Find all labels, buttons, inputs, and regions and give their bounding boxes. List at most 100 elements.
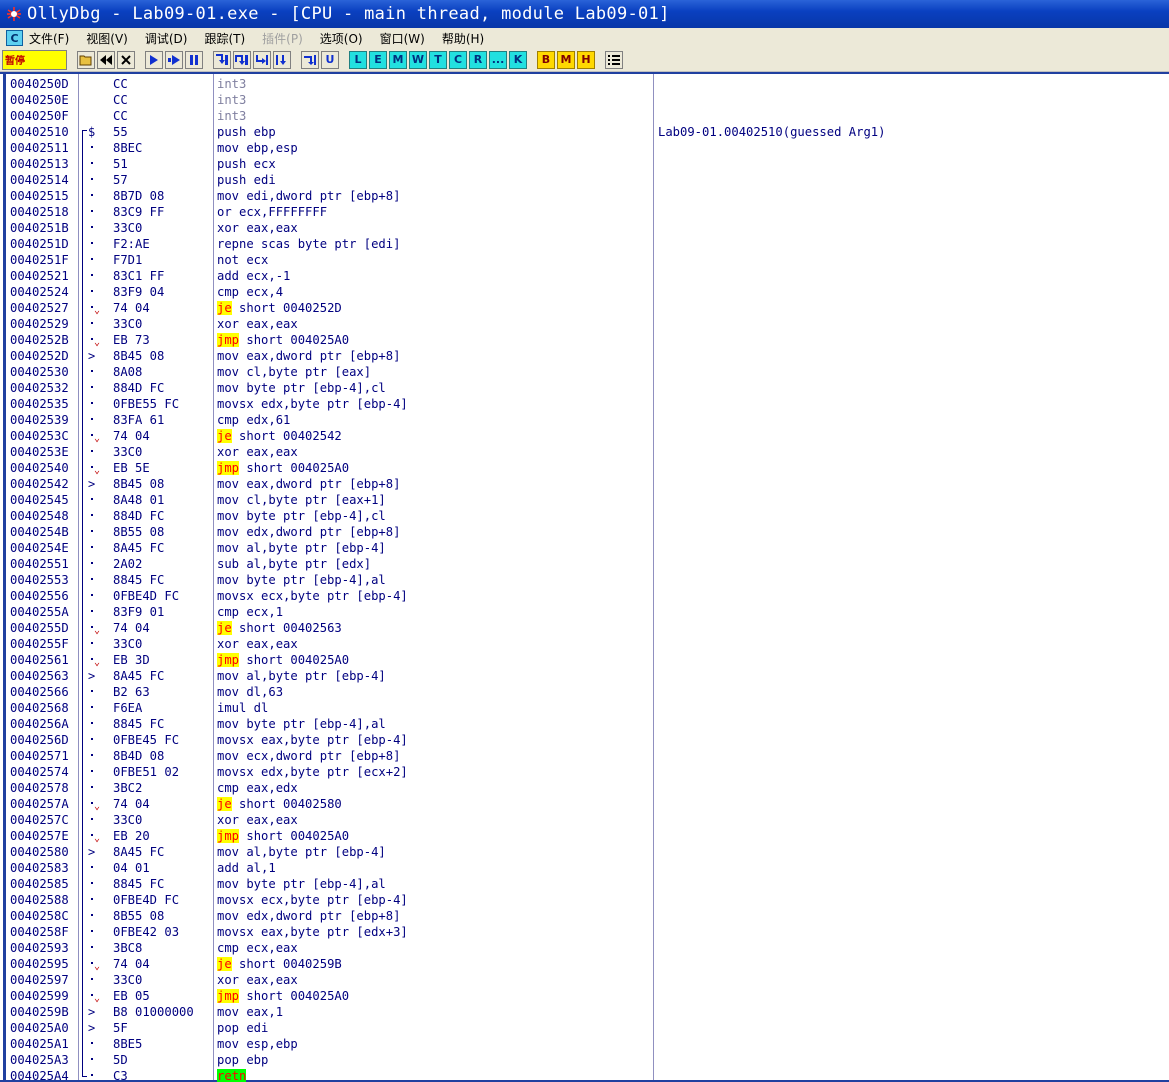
- disasm-row[interactable]: 00402514 57 push edi: [0, 172, 1169, 188]
- animate-into-icon[interactable]: [253, 50, 271, 69]
- disasm-row[interactable]: 0040255A 83F9 01 cmp ecx,1: [0, 604, 1169, 620]
- step-into-icon[interactable]: [213, 50, 231, 69]
- open-icon[interactable]: [77, 50, 95, 69]
- disasm-row[interactable]: 00402510 $55 push ebp Lab09-01.00402510(gue…: [0, 124, 1169, 140]
- ollydbg-bug-icon[interactable]: [3, 3, 25, 25]
- disasm-row[interactable]: 00402545 8A48 01 mov cl,byte ptr [eax+1]: [0, 492, 1169, 508]
- disasm-row[interactable]: 00402599 ⌄ EB 05 jmp short 004025A0: [0, 988, 1169, 1004]
- menu-file[interactable]: 文件(F): [29, 30, 69, 47]
- execute-till-user-code-icon[interactable]: U: [321, 50, 339, 69]
- cpu-window-button[interactable]: C: [449, 50, 467, 69]
- disasm-row[interactable]: 00402593 3BC8 cmp ecx,eax: [0, 940, 1169, 956]
- disasm-row[interactable]: 00402583 04 01 add al,1: [0, 860, 1169, 876]
- restart-icon[interactable]: [97, 50, 115, 69]
- disasm-row[interactable]: 0040259B > B8 01000000 mov eax,1: [0, 1004, 1169, 1020]
- disasm-row[interactable]: 00402511 8BEC mov ebp,esp: [0, 140, 1169, 156]
- hardware-breakpoints-button[interactable]: H: [577, 50, 595, 69]
- disasm-row[interactable]: 0040250E CC int3: [0, 92, 1169, 108]
- run-icon[interactable]: [145, 50, 163, 69]
- disasm-row[interactable]: 0040257E ⌄ EB 20 jmp short 004025A0: [0, 828, 1169, 844]
- disasm-row[interactable]: 00402540 ⌄ EB 5E jmp short 004025A0: [0, 460, 1169, 476]
- menu-help[interactable]: 帮助(H): [442, 30, 484, 47]
- disasm-row[interactable]: 0040258F 0FBE42 03 movsx eax,byte ptr [edx…: [0, 924, 1169, 940]
- disasm-row[interactable]: 004025A4 C3 retn: [0, 1068, 1169, 1082]
- disasm-row[interactable]: 0040258C 8B55 08 mov edx,dword ptr [ebp+8]: [0, 908, 1169, 924]
- disasm-row[interactable]: 004025A3 5D pop ebp: [0, 1052, 1169, 1068]
- disasm-row[interactable]: 00402542 >8B45 08 mov eax,dword ptr [ebp+8…: [0, 476, 1169, 492]
- disasm-row[interactable]: 00402530 8A08 mov cl,byte ptr [eax]: [0, 364, 1169, 380]
- menu-options[interactable]: 选项(O): [320, 30, 363, 47]
- disasm-row[interactable]: 0040252D >8B45 08 mov eax,dword ptr [ebp+8…: [0, 348, 1169, 364]
- disasm-row[interactable]: 00402527 ⌄ 74 04 je short 0040252D: [0, 300, 1169, 316]
- disasm-row[interactable]: 0040256A 8845 FC mov byte ptr [ebp-4],al: [0, 716, 1169, 732]
- memory-window-button[interactable]: M: [389, 50, 407, 69]
- cpu-window-icon[interactable]: C: [6, 30, 23, 46]
- disasm-row[interactable]: 00402588 0FBE4D FC movsx ecx,byte ptr [ebp…: [0, 892, 1169, 908]
- disasm-row[interactable]: 00402580 >8A45 FC mov al,byte ptr [ebp-4]: [0, 844, 1169, 860]
- disasm-row[interactable]: 0040257A ⌄ 74 04 je short 00402580: [0, 796, 1169, 812]
- disasm-row[interactable]: 00402518 83C9 FF or ecx,FFFFFFFF: [0, 204, 1169, 220]
- disasm-row[interactable]: 00402548 884D FC mov byte ptr [ebp-4],cl: [0, 508, 1169, 524]
- disasm-row[interactable]: 0040255D ⌄ 74 04 je short 00402563: [0, 620, 1169, 636]
- list-icon[interactable]: [605, 50, 623, 69]
- disasm-row[interactable]: 00402568 F6EA imul dl: [0, 700, 1169, 716]
- disasm-row[interactable]: 00402571 8B4D 08 mov ecx,dword ptr [ebp+8]: [0, 748, 1169, 764]
- disasm-row[interactable]: 0040256D 0FBE45 FC movsx eax,byte ptr [ebp…: [0, 732, 1169, 748]
- disasm-row[interactable]: 00402566 B2 63 mov dl,63: [0, 684, 1169, 700]
- disasm-row[interactable]: 00402513 51 push ecx: [0, 156, 1169, 172]
- execute-till-return-icon[interactable]: [301, 50, 319, 69]
- disasm-row[interactable]: 00402595 ⌄ 74 04 je short 0040259B: [0, 956, 1169, 972]
- menu-trace[interactable]: 跟踪(T): [204, 30, 245, 47]
- disasm-row[interactable]: 0040250F CC int3: [0, 108, 1169, 124]
- run-trace-button[interactable]: ...: [489, 50, 507, 69]
- disasm-row[interactable]: 00402529 33C0 xor eax,eax: [0, 316, 1169, 332]
- disasm-row[interactable]: 0040254E 8A45 FC mov al,byte ptr [ebp-4]: [0, 540, 1169, 556]
- disasm-row[interactable]: 00402585 8845 FC mov byte ptr [ebp-4],al: [0, 876, 1169, 892]
- menu-debug[interactable]: 调试(D): [145, 30, 188, 47]
- disasm-row[interactable]: 00402532 884D FC mov byte ptr [ebp-4],cl: [0, 380, 1169, 396]
- disasm-row[interactable]: 00402524 83F9 04 cmp ecx,4: [0, 284, 1169, 300]
- disasm-row[interactable]: 00402563 >8A45 FC mov al,byte ptr [ebp-4]: [0, 668, 1169, 684]
- menu-plugins[interactable]: 插件(P): [262, 30, 303, 47]
- animate-over-icon[interactable]: [273, 50, 291, 69]
- disasm-row[interactable]: 004025A1 8BE5 mov esp,ebp: [0, 1036, 1169, 1052]
- menu-view[interactable]: 视图(V): [86, 30, 128, 47]
- disasm-row[interactable]: 0040254B 8B55 08 mov edx,dword ptr [ebp+8]: [0, 524, 1169, 540]
- disassembly-pane[interactable]: 0040250D CC int3 0040250E CC int3 0040250F CC in…: [0, 72, 1169, 1082]
- windows-window-button[interactable]: W: [409, 50, 427, 69]
- log-window-button[interactable]: L: [349, 50, 367, 69]
- disasm-row[interactable]: 00402578 3BC2 cmp eax,edx: [0, 780, 1169, 796]
- close-icon[interactable]: [117, 50, 135, 69]
- disasm-row[interactable]: 0040251D F2:AE repne scas byte ptr [edi]: [0, 236, 1169, 252]
- disasm-row[interactable]: 0040253C ⌄ 74 04 je short 00402542: [0, 428, 1169, 444]
- call-stack-button[interactable]: K: [509, 50, 527, 69]
- disasm-row[interactable]: 0040251B 33C0 xor eax,eax: [0, 220, 1169, 236]
- threads-window-button[interactable]: T: [429, 50, 447, 69]
- disasm-row[interactable]: 00402561 ⌄ EB 3D jmp short 004025A0: [0, 652, 1169, 668]
- run-thread-icon[interactable]: [165, 50, 183, 69]
- disasm-row[interactable]: 00402597 33C0 xor eax,eax: [0, 972, 1169, 988]
- disasm-row[interactable]: 00402515 8B7D 08 mov edi,dword ptr [ebp+8]: [0, 188, 1169, 204]
- disasm-row[interactable]: 0040255F 33C0 xor eax,eax: [0, 636, 1169, 652]
- disasm-row[interactable]: 00402521 83C1 FF add ecx,-1: [0, 268, 1169, 284]
- disasm-row[interactable]: 0040253E 33C0 xor eax,eax: [0, 444, 1169, 460]
- disasm-row[interactable]: 00402553 8845 FC mov byte ptr [ebp-4],al: [0, 572, 1169, 588]
- disasm-row[interactable]: 0040251F F7D1 not ecx: [0, 252, 1169, 268]
- disasm-row[interactable]: 00402574 0FBE51 02 movsx edx,byte ptr [ecx…: [0, 764, 1169, 780]
- memory-breakpoints-button[interactable]: M: [557, 50, 575, 69]
- disasm-row[interactable]: 00402535 0FBE55 FC movsx edx,byte ptr [ebp…: [0, 396, 1169, 412]
- disasm-row[interactable]: 004025A0 >5F pop edi: [0, 1020, 1169, 1036]
- disasm-row[interactable]: 00402556 0FBE4D FC movsx ecx,byte ptr [ebp…: [0, 588, 1169, 604]
- disasm-row[interactable]: 0040257C 33C0 xor eax,eax: [0, 812, 1169, 828]
- row-address: 00402527: [10, 301, 69, 315]
- disasm-row[interactable]: 0040252B ⌄ EB 73 jmp short 004025A0: [0, 332, 1169, 348]
- modules-window-button[interactable]: E: [369, 50, 387, 69]
- disasm-row[interactable]: 00402551 2A02 sub al,byte ptr [edx]: [0, 556, 1169, 572]
- disasm-row[interactable]: 00402539 83FA 61 cmp edx,61: [0, 412, 1169, 428]
- pause-icon[interactable]: [185, 50, 203, 69]
- references-window-button[interactable]: R: [469, 50, 487, 69]
- step-over-icon[interactable]: [233, 50, 251, 69]
- menu-window[interactable]: 窗口(W): [380, 30, 425, 47]
- disasm-row[interactable]: 0040250D CC int3: [0, 76, 1169, 92]
- breakpoints-button[interactable]: B: [537, 50, 555, 69]
